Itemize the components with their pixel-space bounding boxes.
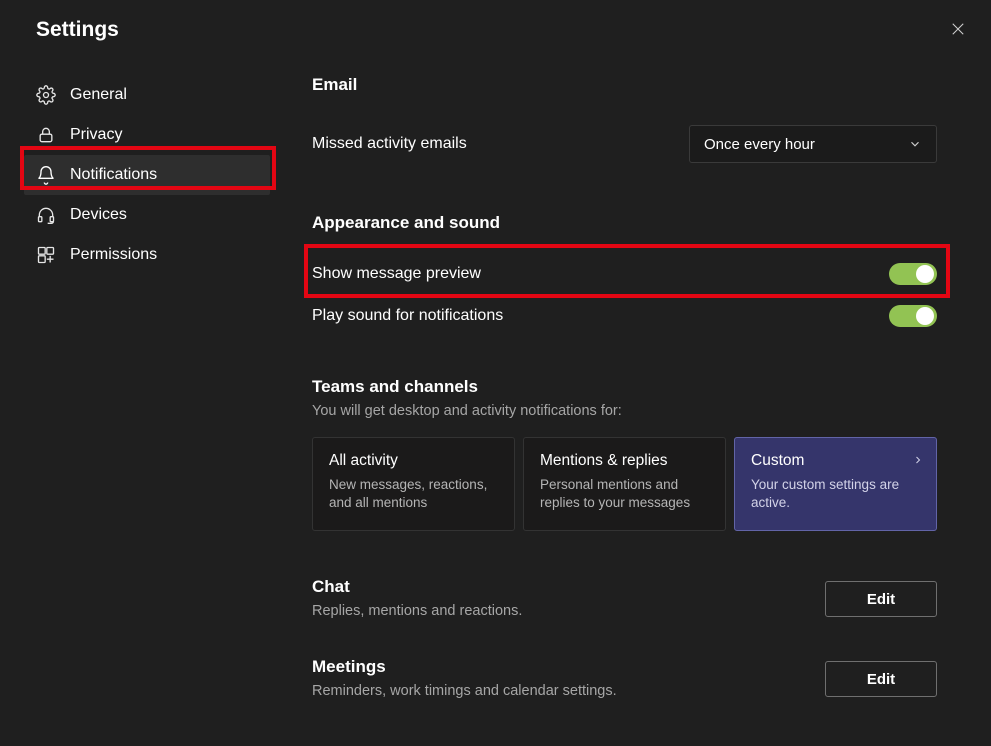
sidebar-item-label: General	[70, 86, 127, 104]
close-icon	[951, 22, 965, 36]
show-preview-toggle[interactable]	[889, 263, 937, 285]
section-title-email: Email	[312, 75, 937, 95]
section-title-teams: Teams and channels	[312, 377, 937, 397]
card-title: All activity	[329, 452, 498, 470]
sidebar-item-permissions[interactable]: Permissions	[24, 235, 270, 275]
headset-icon	[36, 205, 56, 225]
chat-edit-button[interactable]: Edit	[825, 581, 937, 617]
section-title-meetings: Meetings	[312, 657, 617, 677]
option-card-mentions-replies[interactable]: Mentions & replies Personal mentions and…	[523, 437, 726, 531]
missed-activity-dropdown[interactable]: Once every hour	[689, 125, 937, 163]
section-title-appearance: Appearance and sound	[312, 213, 937, 233]
sidebar-item-label: Privacy	[70, 126, 122, 144]
lock-icon	[36, 125, 56, 145]
bell-icon	[36, 165, 56, 185]
card-title: Custom	[751, 452, 920, 470]
show-preview-label: Show message preview	[312, 265, 481, 283]
dropdown-value: Once every hour	[704, 136, 815, 153]
teams-subtitle: You will get desktop and activity notifi…	[312, 403, 937, 419]
sidebar-item-label: Devices	[70, 206, 127, 224]
sidebar-item-label: Permissions	[70, 246, 157, 264]
chat-subtitle: Replies, mentions and reactions.	[312, 603, 522, 619]
sidebar: General Privacy Notifications Devices Pe	[0, 75, 276, 699]
card-title: Mentions & replies	[540, 452, 709, 470]
page-title: Settings	[36, 18, 119, 42]
card-desc: New messages, reactions, and all mention…	[329, 476, 498, 512]
content-area: Email Missed activity emails Once every …	[276, 75, 991, 699]
play-sound-label: Play sound for notifications	[312, 307, 503, 325]
missed-activity-label: Missed activity emails	[312, 135, 467, 153]
meetings-edit-button[interactable]: Edit	[825, 661, 937, 697]
close-button[interactable]	[947, 18, 969, 45]
option-card-custom[interactable]: Custom Your custom settings are active.	[734, 437, 937, 531]
sidebar-item-general[interactable]: General	[24, 75, 270, 115]
sidebar-item-devices[interactable]: Devices	[24, 195, 270, 235]
option-card-all-activity[interactable]: All activity New messages, reactions, an…	[312, 437, 515, 531]
section-title-chat: Chat	[312, 577, 522, 597]
apps-icon	[36, 245, 56, 265]
chevron-down-icon	[908, 137, 922, 151]
meetings-subtitle: Reminders, work timings and calendar set…	[312, 683, 617, 699]
sidebar-item-notifications[interactable]: Notifications	[24, 155, 270, 195]
chevron-right-icon	[912, 454, 924, 466]
play-sound-toggle[interactable]	[889, 305, 937, 327]
card-desc: Your custom settings are active.	[751, 476, 920, 512]
gear-icon	[36, 85, 56, 105]
sidebar-item-label: Notifications	[70, 166, 157, 184]
sidebar-item-privacy[interactable]: Privacy	[24, 115, 270, 155]
card-desc: Personal mentions and replies to your me…	[540, 476, 709, 512]
